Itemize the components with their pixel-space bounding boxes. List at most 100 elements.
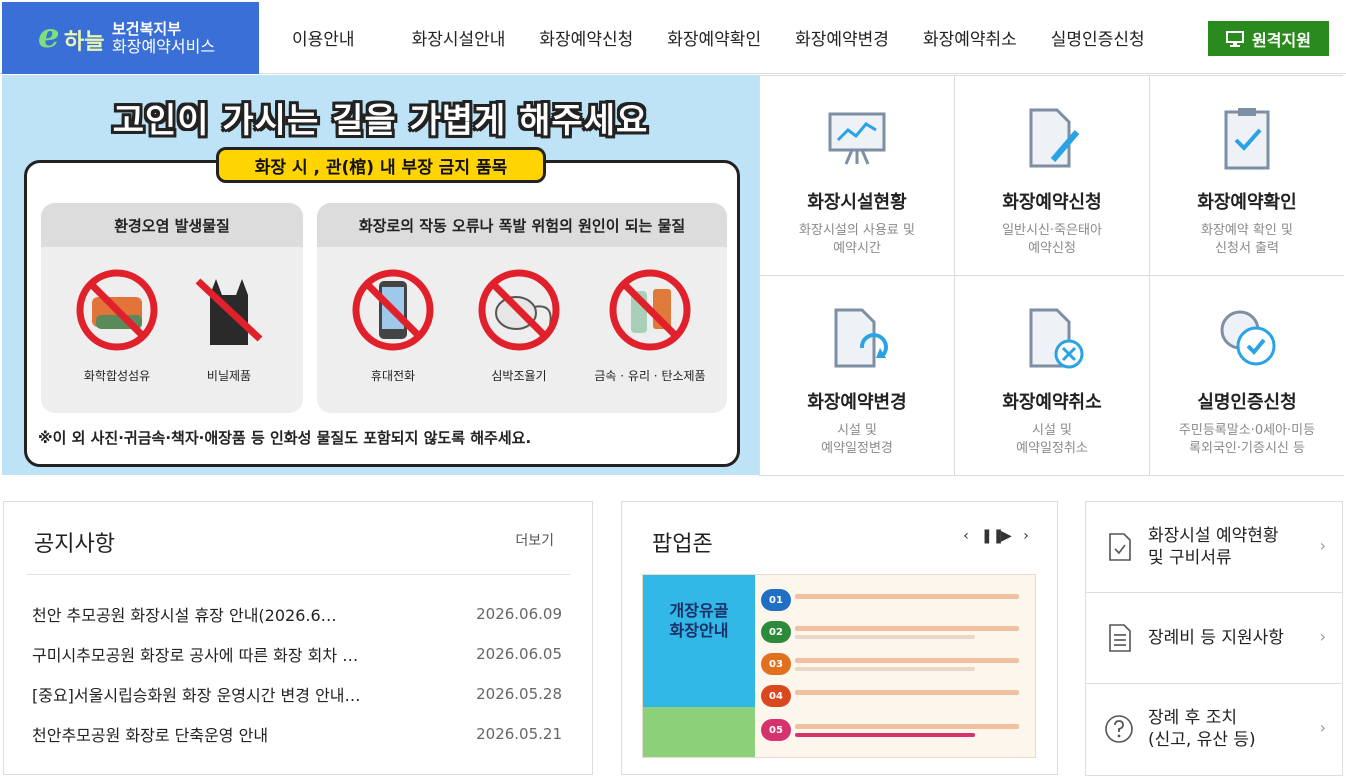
clipboard-check-icon bbox=[1224, 108, 1270, 170]
logo-ministry-text: 보건복지부 bbox=[112, 20, 182, 38]
service-reservation-cancel-desc: 시설 및 예약일정취소 bbox=[1016, 423, 1088, 456]
question-circle-icon bbox=[1105, 715, 1133, 743]
side-link-label: 화장시설 예약현황 및 구비서류 bbox=[1148, 526, 1279, 568]
panel-pollution: 환경오염 발생물질 화학합성섬유 비닐제품 bbox=[41, 203, 303, 413]
popup-step-number: 01 bbox=[761, 589, 791, 611]
service-reservation-change[interactable]: 화장예약변경 시설 및 예약일정변경 bbox=[759, 276, 954, 476]
notice-board: 공지사항 더보기 천안 추모공원 화장시설 휴장 안내(2026.6… 2026… bbox=[3, 501, 593, 775]
notice-item-date: 2026.05.28 bbox=[476, 685, 562, 703]
service-reservation-change-desc: 시설 및 예약일정변경 bbox=[821, 423, 893, 456]
notice-item[interactable]: [중요]서울시립승화원 화장 운영시간 변경 안내… 2026.05.28 bbox=[32, 674, 562, 714]
service-reservation-cancel[interactable]: 화장예약취소 시설 및 예약일정취소 bbox=[954, 276, 1149, 476]
notice-title: 공지사항 bbox=[34, 532, 115, 557]
popup-next-button[interactable]: › bbox=[1021, 528, 1031, 544]
logo-service-text: 화장예약서비스 bbox=[112, 37, 216, 56]
monitor-icon bbox=[1226, 30, 1245, 47]
notice-item-title: [중요]서울시립승화원 화장 운영시간 변경 안내… bbox=[32, 686, 361, 705]
popup-zone-title: 팝업존 bbox=[652, 532, 713, 557]
chevron-right-icon: › bbox=[1319, 718, 1326, 737]
side-link-facility-reservation-status[interactable]: 화장시설 예약현황 및 구비서류 › bbox=[1085, 501, 1343, 593]
popup-step: 01 bbox=[761, 589, 1031, 617]
document-list-icon bbox=[1109, 624, 1131, 652]
nav-facility-info[interactable]: 화장시설안내 bbox=[395, 25, 523, 50]
synthetic-fiber-prohibited-icon bbox=[76, 269, 158, 351]
service-identity-verification-desc: 주민등록말소·0세아·미등 록외국인·기증시신 등 bbox=[1178, 423, 1316, 456]
notice-item[interactable]: 천안추모공원 화장로 단축운영 안내 2026.05.21 bbox=[32, 714, 562, 754]
notice-more-link[interactable]: 더보기 bbox=[515, 530, 554, 550]
nav-identity-verification[interactable]: 실명인증신청 bbox=[1034, 25, 1162, 50]
service-reservation-apply-title: 화장예약신청 bbox=[1002, 192, 1102, 213]
notice-item-date: 2026.06.05 bbox=[476, 645, 562, 663]
document-check-icon bbox=[1109, 533, 1131, 561]
metal-glass-prohibited-icon bbox=[609, 269, 691, 351]
item-pacemaker-label: 심박조율기 bbox=[491, 369, 547, 383]
service-facility-status-title: 화장시설현황 bbox=[807, 192, 907, 213]
service-identity-verification[interactable]: 실명인증신청 주민등록말소·0세아·미등 록외국인·기증시신 등 bbox=[1149, 276, 1344, 476]
notice-item-title: 천안추모공원 화장로 단축운영 안내 bbox=[32, 726, 269, 745]
service-reservation-apply[interactable]: 화장예약신청 일반시신·죽은태아 예약신청 bbox=[954, 76, 1149, 276]
popup-prev-button[interactable]: ‹ bbox=[961, 528, 971, 544]
notice-item-title: 천안 추모공원 화장시설 휴장 안내(2026.6… bbox=[32, 606, 337, 625]
service-reservation-check[interactable]: 화장예약확인 화장예약 확인 및 신청서 출력 bbox=[1149, 76, 1344, 276]
side-link-label: 장례비 등 지원사항 bbox=[1148, 628, 1284, 648]
service-identity-verification-title: 실명인증신청 bbox=[1197, 392, 1297, 413]
popup-step: 04 bbox=[761, 685, 1031, 713]
popup-step: 03 bbox=[761, 653, 1031, 681]
e-haneul-logo-mark: e 하늘 bbox=[38, 16, 105, 56]
popup-step-number: 04 bbox=[761, 685, 791, 707]
popup-image-title: 개장유골 화장안내 bbox=[669, 601, 729, 640]
presentation-chart-icon bbox=[828, 112, 886, 165]
document-refresh-icon bbox=[834, 308, 888, 368]
vinyl-bag-prohibited-icon bbox=[195, 278, 263, 345]
service-grid: 화장시설현황 화장시설의 사용료 및 예약시간 화장예약신청 일반시신·죽은태아… bbox=[759, 75, 1344, 476]
notice-item[interactable]: 천안 추모공원 화장시설 휴장 안내(2026.6… 2026.06.09 bbox=[32, 594, 562, 634]
popup-step: 05 bbox=[761, 719, 1031, 747]
document-cancel-icon bbox=[1029, 308, 1084, 369]
document-pen-icon bbox=[1029, 108, 1080, 168]
service-reservation-check-title: 화장예약확인 bbox=[1197, 192, 1297, 213]
nav-reservation-apply[interactable]: 화장예약신청 bbox=[522, 25, 650, 50]
popup-step-number: 05 bbox=[761, 719, 791, 741]
banner-title: 고인이 가시는 길을 가볍게 해주세요 bbox=[112, 101, 649, 141]
item-vinyl-label: 비닐제품 bbox=[206, 369, 252, 383]
item-mobile-phone: 휴대전화 bbox=[343, 267, 443, 384]
notice-item[interactable]: 구미시추모공원 화장로 공사에 따른 화장 회차 … 2026.06.05 bbox=[32, 634, 562, 674]
popup-pause-button[interactable]: ❚❚ bbox=[981, 528, 1004, 544]
item-metal-glass-carbon-label: 금속 · 유리 · 탄소제품 bbox=[594, 369, 706, 383]
service-reservation-check-desc: 화장예약 확인 및 신청서 출력 bbox=[1201, 223, 1293, 256]
side-link-label: 장례 후 조치 (신고, 유산 등) bbox=[1148, 708, 1256, 750]
service-reservation-apply-desc: 일반시신·죽은태아 예약신청 bbox=[1002, 223, 1102, 256]
popup-step-number: 02 bbox=[761, 621, 791, 643]
item-pacemaker: 심박조율기 bbox=[469, 267, 569, 384]
face-check-icon bbox=[1220, 310, 1276, 366]
popup-zone: 팝업존 ‹ ❚❚ ▶ › 개장유골 화장안내 01 02 03 04 05 bbox=[621, 501, 1058, 775]
nav-guide[interactable]: 이용안내 bbox=[270, 25, 395, 50]
side-link-post-funeral[interactable]: 장례 후 조치 (신고, 유산 등) › bbox=[1085, 683, 1343, 776]
item-metal-glass-carbon: 금속 · 유리 · 탄소제품 bbox=[585, 267, 715, 384]
nav-reservation-cancel[interactable]: 화장예약취소 bbox=[906, 25, 1034, 50]
pacemaker-prohibited-icon bbox=[478, 269, 560, 351]
nav-reservation-check[interactable]: 화장예약확인 bbox=[650, 25, 778, 50]
remote-support-button[interactable]: 원격지원 bbox=[1208, 21, 1329, 56]
banner-subtitle: 화장 시 , 관(棺) 내 부장 금지 품목 bbox=[216, 147, 546, 183]
item-synthetic-fiber-label: 화학합성섬유 bbox=[83, 369, 151, 383]
remote-support-label: 원격지원 bbox=[1252, 30, 1311, 50]
notice-divider bbox=[26, 574, 570, 575]
site-logo[interactable]: e 하늘 보건복지부 화장예약서비스 bbox=[2, 2, 259, 74]
service-reservation-change-title: 화장예약변경 bbox=[807, 392, 907, 413]
panel-pollution-title: 환경오염 발생물질 bbox=[41, 203, 303, 247]
notice-item-date: 2026.05.21 bbox=[476, 725, 562, 743]
service-facility-status[interactable]: 화장시설현황 화장시설의 사용료 및 예약시간 bbox=[759, 76, 954, 276]
nav-reservation-change[interactable]: 화장예약변경 bbox=[778, 25, 906, 50]
chevron-right-icon: › bbox=[1319, 536, 1326, 555]
popup-play-button[interactable]: ▶ bbox=[1001, 528, 1012, 544]
banner-card: 환경오염 발생물질 화학합성섬유 비닐제품 화장로의 작동 오류나 폭발 위험의… bbox=[24, 160, 740, 467]
item-vinyl: 비닐제품 bbox=[179, 267, 279, 384]
prohibited-items-banner[interactable]: 고인이 가시는 길을 가볍게 해주세요 화장 시 , 관(棺) 내 부장 금지 … bbox=[2, 75, 759, 475]
chevron-right-icon: › bbox=[1319, 627, 1326, 646]
mobile-phone-prohibited-icon bbox=[352, 269, 434, 351]
side-link-funeral-support[interactable]: 장례비 등 지원사항 › bbox=[1085, 592, 1343, 684]
panel-explosion-risk: 화장로의 작동 오류나 폭발 위험의 원인이 되는 물질 휴대전화 심박조율기 bbox=[317, 203, 727, 413]
item-synthetic-fiber: 화학합성섬유 bbox=[67, 267, 167, 384]
popup-banner-image[interactable]: 개장유골 화장안내 01 02 03 04 05 bbox=[642, 574, 1036, 758]
